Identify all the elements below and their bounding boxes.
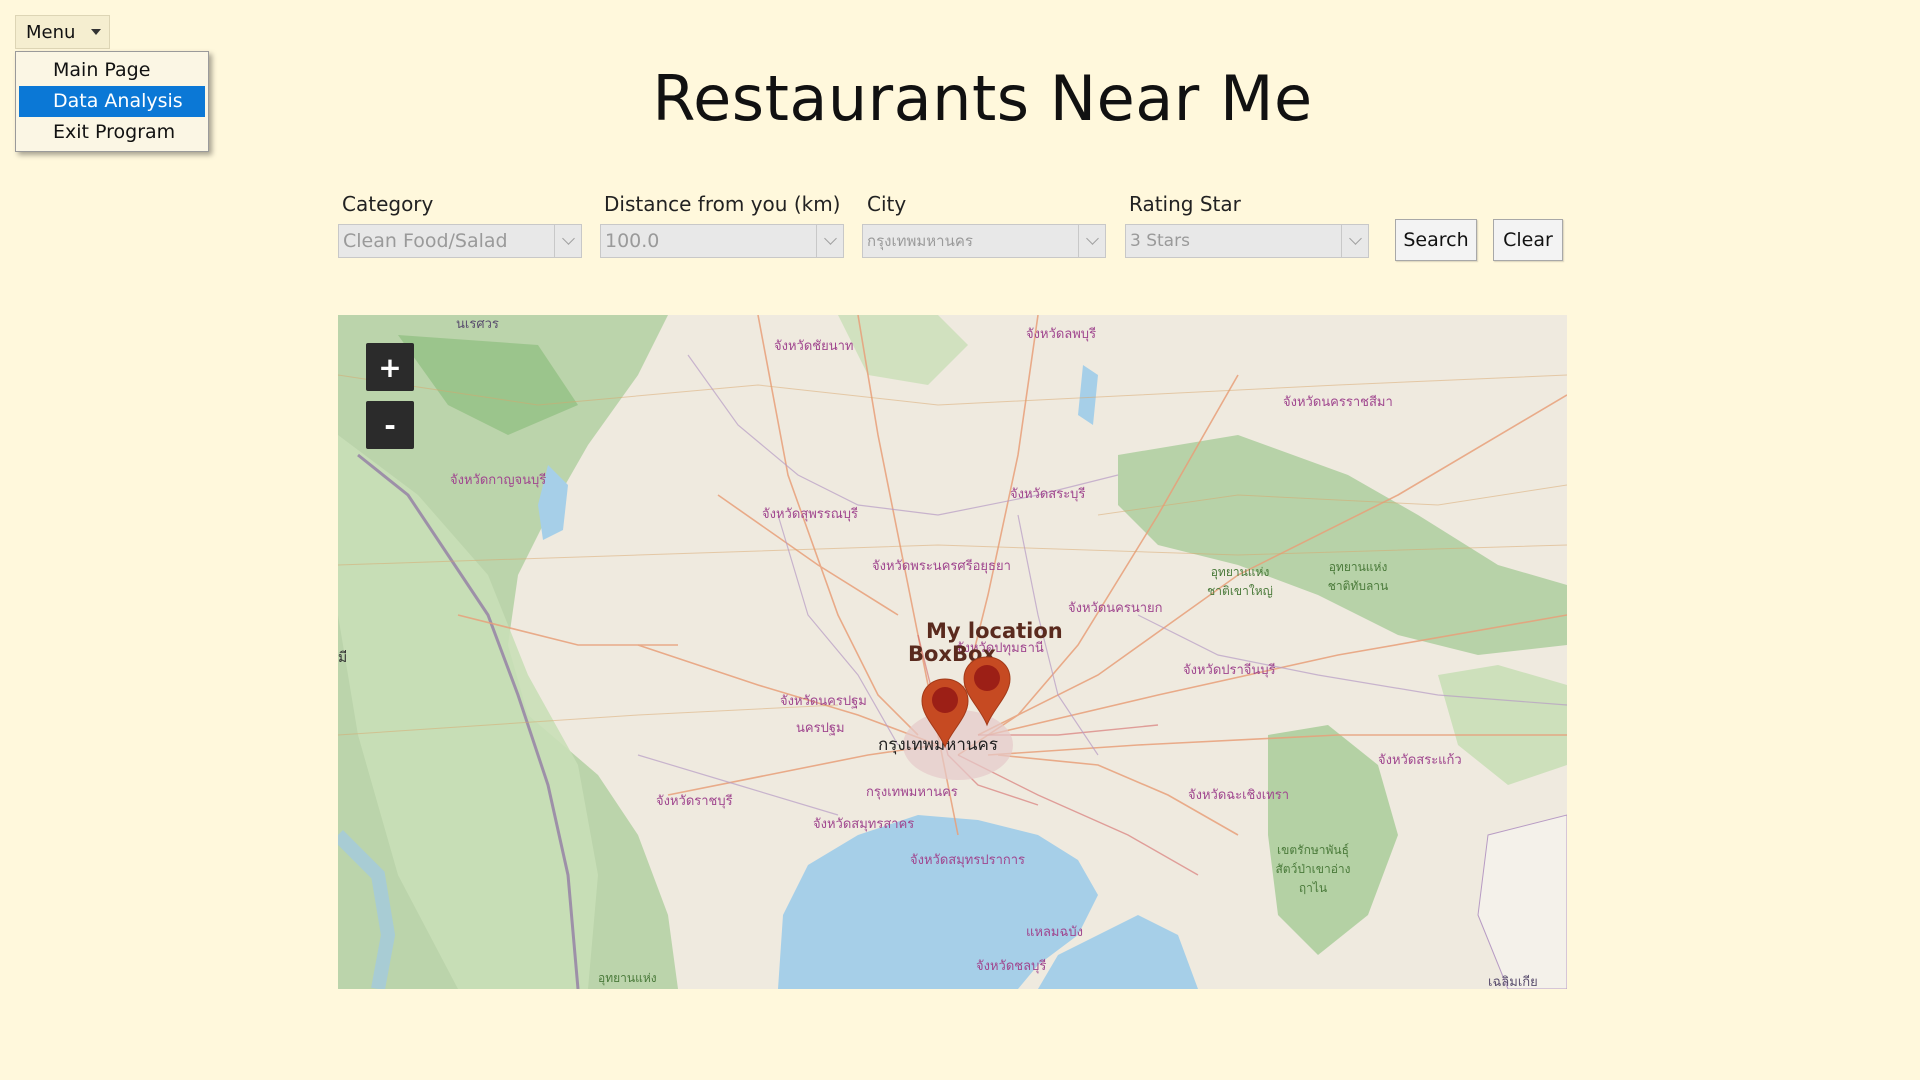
map-label-sa-kaeo: จังหวัดสระแก้ว bbox=[1378, 753, 1462, 768]
map-label-chonburi: จังหวัดชลบุรี bbox=[976, 959, 1047, 974]
chevron-down-icon[interactable] bbox=[554, 225, 581, 257]
app-window: Menu Main Page Data Analysis Exit Progra… bbox=[0, 0, 1920, 1080]
map-label-nakhon-ratchasima: จังหวัดนครราชสีมา bbox=[1283, 395, 1393, 410]
category-label: Category bbox=[342, 192, 434, 216]
category-select[interactable]: Clean Food/Salad bbox=[338, 224, 582, 258]
map-label-national-park: อุทยานแห่ง bbox=[598, 971, 657, 985]
map-label-samut-prakan: จังหวัดสมุทรปราการ bbox=[910, 853, 1026, 868]
map-label-nakhon-pathom: จังหวัดนครปฐม bbox=[780, 694, 867, 709]
rating-label: Rating Star bbox=[1129, 192, 1241, 216]
chevron-down-icon[interactable] bbox=[816, 225, 843, 257]
city-label: City bbox=[867, 192, 907, 216]
map-label-suphanburi: จังหวัดสุพรรณบุรี bbox=[762, 507, 859, 522]
map-label-naresuan: นเรศวร bbox=[456, 317, 499, 332]
page-title: Restaurants Near Me bbox=[652, 62, 1313, 135]
category-select-value: Clean Food/Salad bbox=[343, 230, 508, 252]
map-label-gulf-right: เฉลิมเกีย bbox=[1488, 975, 1538, 989]
clear-button[interactable]: Clear bbox=[1493, 219, 1563, 261]
map-label-ratchaburi: จังหวัดราชบุรี bbox=[656, 794, 733, 809]
map-label-lopburi: จังหวัดลพบุรี bbox=[1026, 327, 1097, 342]
map-view[interactable]: จังหวัดชัยนาท จังหวัดลพบุรี จังหวัดนครรา… bbox=[338, 315, 1567, 989]
map-label-nakhon-pathom-town: นครปฐม bbox=[796, 721, 845, 736]
city-select[interactable]: กรุงเทพมหานคร bbox=[862, 224, 1106, 258]
map-label-laem-chabang: แหลมฉบัง bbox=[1026, 925, 1083, 940]
map-label-chachoengsao: จังหวัดฉะเชิงเทรา bbox=[1188, 788, 1290, 803]
menu-button[interactable]: Menu bbox=[15, 15, 110, 49]
map-label-nakhon-nayok: จังหวัดนครนายก bbox=[1068, 601, 1163, 616]
zoom-in-button[interactable]: + bbox=[366, 343, 414, 391]
map-label-khao-yai: อุทยานแห่งชาติเขาใหญ่ bbox=[1207, 565, 1273, 598]
map-label-saraburi: จังหวัดสระบุรี bbox=[1010, 487, 1086, 502]
distance-select-value: 100.0 bbox=[605, 230, 660, 252]
menu-button-label: Menu bbox=[26, 21, 76, 43]
distance-select[interactable]: 100.0 bbox=[600, 224, 844, 258]
map-label-prachinburi: จังหวัดปราจีนบุรี bbox=[1183, 663, 1276, 678]
map-label-wildlife-sanctuary: เขตรักษาพันธุ์สัตว์ป่าเขาอ่างฤาไน bbox=[1275, 843, 1351, 895]
search-button[interactable]: Search bbox=[1395, 219, 1477, 261]
chevron-down-icon[interactable] bbox=[1341, 225, 1368, 257]
map-label-myanmar-edge: มี bbox=[338, 650, 348, 666]
map-label-kanchanaburi: จังหวัดกาญจนบุรี bbox=[450, 473, 547, 488]
restaurant-pin-icon[interactable] bbox=[920, 677, 970, 749]
rating-select[interactable]: 3 Stars bbox=[1125, 224, 1369, 258]
map-label-thap-lan: อุทยานแห่งชาติทับลาน bbox=[1327, 560, 1389, 593]
map-label-samut-sakhon: จังหวัดสมุทรสาคร bbox=[813, 817, 915, 832]
distance-label: Distance from you (km) bbox=[604, 192, 841, 216]
chevron-down-icon[interactable] bbox=[1078, 225, 1105, 257]
city-select-value: กรุงเทพมหานคร bbox=[867, 232, 973, 250]
caret-down-icon bbox=[91, 29, 101, 35]
map-label-chainat: จังหวัดชัยนาท bbox=[774, 339, 854, 354]
zoom-out-button[interactable]: - bbox=[366, 401, 414, 449]
map-label-bangkok: กรุงเทพมหานคร bbox=[866, 785, 958, 800]
rating-select-value: 3 Stars bbox=[1130, 231, 1190, 251]
marker-label-my-location: My location bbox=[926, 619, 1063, 643]
map-label-ayutthaya: จังหวัดพระนครศรีอยุธยา bbox=[872, 559, 1011, 574]
